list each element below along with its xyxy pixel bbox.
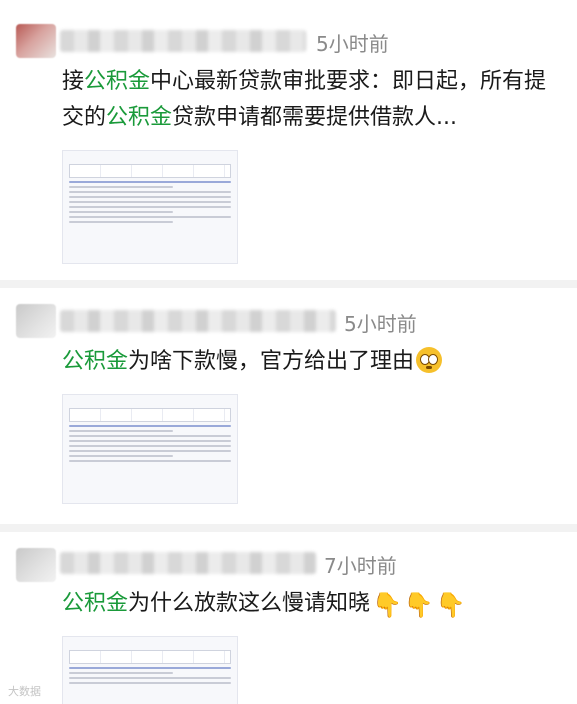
text-suffix: 贷款申请都需要提供借款人... bbox=[172, 105, 458, 130]
doc-line bbox=[69, 186, 174, 188]
doc-title bbox=[63, 155, 237, 161]
pointing-down-hand-icon: 👇 bbox=[435, 591, 466, 619]
post-text[interactable]: 公积金为啥下款慢，官方给出了理由 bbox=[62, 344, 562, 380]
doc-line bbox=[69, 672, 174, 674]
text-prefix: 接 bbox=[62, 69, 85, 94]
doc-line bbox=[69, 430, 174, 432]
post-time: 5小时前 bbox=[344, 312, 417, 336]
post-time: 5小时前 bbox=[316, 32, 389, 56]
doc-line bbox=[69, 191, 231, 193]
document-thumbnail[interactable] bbox=[62, 150, 238, 264]
keyword-highlight[interactable]: 公积金 bbox=[106, 105, 172, 130]
doc-table bbox=[69, 408, 231, 422]
doc-line bbox=[69, 425, 231, 427]
post-separator bbox=[0, 524, 577, 532]
doc-line bbox=[69, 181, 231, 183]
post-item[interactable]: 5小时前 接公积金中心最新贷款审批要求：即日起，所有提交的公积金贷款申请都需要提… bbox=[0, 0, 577, 272]
keyword-highlight[interactable]: 公积金 bbox=[62, 591, 128, 616]
blurred-username[interactable] bbox=[60, 552, 316, 574]
doc-line bbox=[69, 196, 231, 198]
post-time: 7小时前 bbox=[324, 554, 397, 578]
doc-line bbox=[69, 221, 174, 223]
doc-line bbox=[69, 435, 231, 437]
doc-line bbox=[69, 682, 231, 684]
feed: 5小时前 接公积金中心最新贷款审批要求：即日起，所有提交的公积金贷款申请都需要提… bbox=[0, 0, 577, 704]
doc-line bbox=[69, 440, 231, 442]
doc-title bbox=[63, 399, 237, 405]
avatar[interactable] bbox=[16, 548, 56, 582]
post-item[interactable]: 7小时前 公积金为什么放款这么慢请知晓👇👇👇 bbox=[0, 532, 577, 704]
post-separator bbox=[0, 280, 577, 288]
document-thumbnail[interactable] bbox=[62, 636, 238, 704]
pointing-down-hand-icon: 👇 bbox=[403, 591, 434, 619]
post-text[interactable]: 接公积金中心最新贷款审批要求：即日起，所有提交的公积金贷款申请都需要提供借款人.… bbox=[62, 64, 562, 136]
doc-line bbox=[69, 211, 174, 213]
post-text[interactable]: 公积金为什么放款这么慢请知晓👇👇👇 bbox=[62, 586, 562, 623]
keyword-highlight[interactable]: 公积金 bbox=[84, 69, 150, 94]
doc-line bbox=[69, 206, 231, 208]
doc-line bbox=[69, 455, 174, 457]
document-thumbnail[interactable] bbox=[62, 394, 238, 504]
doc-line bbox=[69, 216, 231, 218]
avatar[interactable] bbox=[16, 304, 56, 338]
flushed-face-emoji-icon bbox=[416, 347, 443, 373]
text-suffix: 为啥下款慢，官方给出了理由 bbox=[128, 349, 415, 374]
doc-table bbox=[69, 164, 231, 178]
post-item[interactable]: 5小时前 公积金为啥下款慢，官方给出了理由 bbox=[0, 288, 577, 524]
doc-line bbox=[69, 677, 231, 679]
avatar[interactable] bbox=[16, 24, 56, 58]
doc-line bbox=[69, 450, 231, 452]
doc-table bbox=[69, 650, 231, 664]
watermark: 大数据 bbox=[8, 685, 41, 698]
doc-line bbox=[69, 445, 231, 447]
doc-line bbox=[69, 201, 231, 203]
blurred-username[interactable] bbox=[60, 30, 306, 52]
doc-title bbox=[63, 641, 237, 647]
text-suffix: 为什么放款这么慢请知晓 bbox=[128, 591, 371, 616]
doc-line bbox=[69, 667, 231, 669]
blurred-username[interactable] bbox=[60, 310, 336, 332]
keyword-highlight[interactable]: 公积金 bbox=[62, 349, 128, 374]
pointing-down-hand-icon: 👇 bbox=[372, 591, 402, 619]
doc-line bbox=[69, 460, 231, 462]
